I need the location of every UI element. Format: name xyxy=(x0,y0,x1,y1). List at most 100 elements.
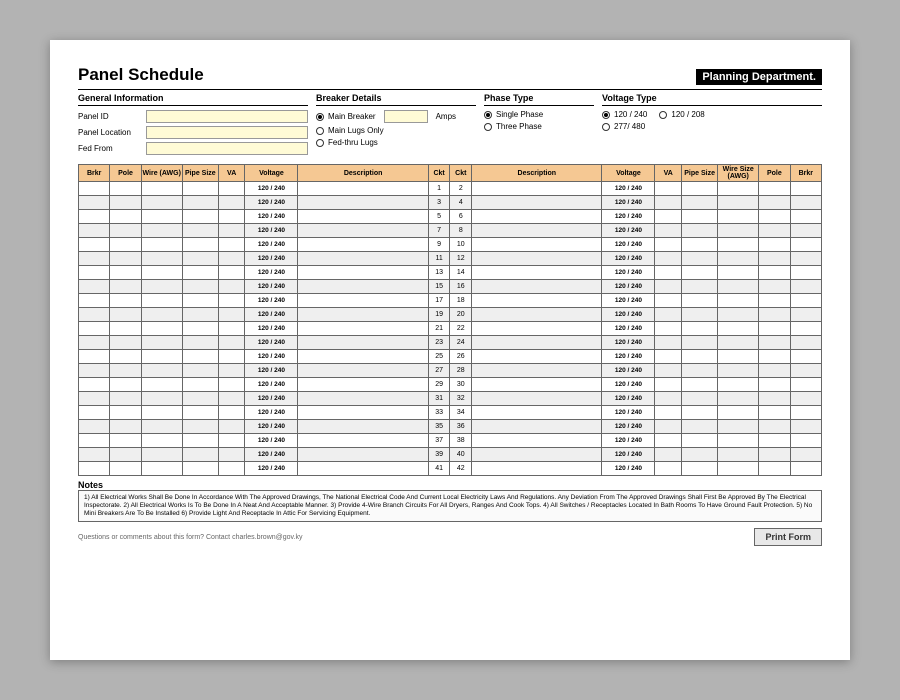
cell-pipe[interactable] xyxy=(182,462,218,476)
cell-pole[interactable] xyxy=(110,434,141,448)
cell-pole[interactable] xyxy=(759,210,790,224)
cell-va[interactable] xyxy=(218,182,245,196)
cell-description[interactable] xyxy=(472,364,602,378)
cell-brkr[interactable] xyxy=(79,350,110,364)
cell-va[interactable] xyxy=(655,406,682,420)
cell-wire[interactable] xyxy=(141,266,182,280)
cell-brkr[interactable] xyxy=(79,364,110,378)
cell-description[interactable] xyxy=(472,378,602,392)
cell-va[interactable] xyxy=(655,322,682,336)
cell-pipe[interactable] xyxy=(682,378,718,392)
cell-pole[interactable] xyxy=(759,406,790,420)
cell-pole[interactable] xyxy=(110,252,141,266)
cell-pipe[interactable] xyxy=(182,280,218,294)
cell-pole[interactable] xyxy=(110,350,141,364)
cell-brkr[interactable] xyxy=(79,378,110,392)
cell-va[interactable] xyxy=(655,336,682,350)
cell-va[interactable] xyxy=(218,266,245,280)
cell-pipe[interactable] xyxy=(182,224,218,238)
cell-wire[interactable] xyxy=(141,392,182,406)
cell-va[interactable] xyxy=(218,308,245,322)
cell-pipe[interactable] xyxy=(182,336,218,350)
cell-va[interactable] xyxy=(655,294,682,308)
cell-pole[interactable] xyxy=(759,322,790,336)
cell-wire[interactable] xyxy=(718,252,759,266)
cell-pipe[interactable] xyxy=(682,308,718,322)
cell-description[interactable] xyxy=(472,336,602,350)
cell-va[interactable] xyxy=(218,210,245,224)
cell-brkr[interactable] xyxy=(790,392,821,406)
cell-va[interactable] xyxy=(655,252,682,266)
cell-brkr[interactable] xyxy=(79,294,110,308)
cell-wire[interactable] xyxy=(718,308,759,322)
cell-va[interactable] xyxy=(655,210,682,224)
cell-pole[interactable] xyxy=(110,448,141,462)
cell-pole[interactable] xyxy=(110,308,141,322)
cell-description[interactable] xyxy=(298,378,428,392)
cell-brkr[interactable] xyxy=(79,280,110,294)
cell-pole[interactable] xyxy=(759,182,790,196)
cell-va[interactable] xyxy=(218,224,245,238)
cell-wire[interactable] xyxy=(718,322,759,336)
cell-brkr[interactable] xyxy=(790,448,821,462)
cell-wire[interactable] xyxy=(718,280,759,294)
main-breaker-amps-input[interactable] xyxy=(384,110,428,123)
cell-brkr[interactable] xyxy=(790,336,821,350)
cell-va[interactable] xyxy=(218,378,245,392)
cell-wire[interactable] xyxy=(141,420,182,434)
cell-pole[interactable] xyxy=(110,378,141,392)
cell-pipe[interactable] xyxy=(182,364,218,378)
cell-description[interactable] xyxy=(298,266,428,280)
cell-description[interactable] xyxy=(298,238,428,252)
cell-description[interactable] xyxy=(472,294,602,308)
cell-brkr[interactable] xyxy=(79,224,110,238)
cell-description[interactable] xyxy=(472,350,602,364)
cell-va[interactable] xyxy=(655,462,682,476)
cell-description[interactable] xyxy=(298,364,428,378)
cell-wire[interactable] xyxy=(718,392,759,406)
cell-pole[interactable] xyxy=(110,238,141,252)
cell-brkr[interactable] xyxy=(79,406,110,420)
cell-pole[interactable] xyxy=(759,224,790,238)
cell-description[interactable] xyxy=(298,322,428,336)
cell-pipe[interactable] xyxy=(682,350,718,364)
cell-wire[interactable] xyxy=(718,406,759,420)
cell-brkr[interactable] xyxy=(790,196,821,210)
cell-brkr[interactable] xyxy=(790,462,821,476)
cell-pole[interactable] xyxy=(759,420,790,434)
cell-va[interactable] xyxy=(218,420,245,434)
cell-va[interactable] xyxy=(655,420,682,434)
cell-pipe[interactable] xyxy=(682,294,718,308)
cell-wire[interactable] xyxy=(718,238,759,252)
cell-wire[interactable] xyxy=(141,280,182,294)
cell-pipe[interactable] xyxy=(182,294,218,308)
cell-description[interactable] xyxy=(298,196,428,210)
cell-description[interactable] xyxy=(298,392,428,406)
cell-wire[interactable] xyxy=(141,406,182,420)
cell-pole[interactable] xyxy=(110,406,141,420)
cell-wire[interactable] xyxy=(141,462,182,476)
cell-brkr[interactable] xyxy=(790,364,821,378)
cell-pole[interactable] xyxy=(110,462,141,476)
cell-wire[interactable] xyxy=(141,336,182,350)
cell-va[interactable] xyxy=(218,336,245,350)
cell-va[interactable] xyxy=(218,462,245,476)
cell-pipe[interactable] xyxy=(682,224,718,238)
cell-va[interactable] xyxy=(218,406,245,420)
cell-brkr[interactable] xyxy=(790,350,821,364)
main-lugs-only-radio[interactable]: Main Lugs Only xyxy=(316,126,476,135)
cell-pipe[interactable] xyxy=(182,266,218,280)
main-breaker-radio[interactable]: Main BreakerAmps xyxy=(316,110,476,123)
cell-wire[interactable] xyxy=(141,448,182,462)
cell-pipe[interactable] xyxy=(682,182,718,196)
cell-pipe[interactable] xyxy=(682,392,718,406)
cell-description[interactable] xyxy=(298,280,428,294)
cell-description[interactable] xyxy=(472,210,602,224)
cell-description[interactable] xyxy=(298,434,428,448)
cell-description[interactable] xyxy=(472,196,602,210)
cell-brkr[interactable] xyxy=(790,238,821,252)
cell-pole[interactable] xyxy=(110,182,141,196)
cell-pole[interactable] xyxy=(759,392,790,406)
cell-pipe[interactable] xyxy=(682,420,718,434)
cell-brkr[interactable] xyxy=(79,434,110,448)
